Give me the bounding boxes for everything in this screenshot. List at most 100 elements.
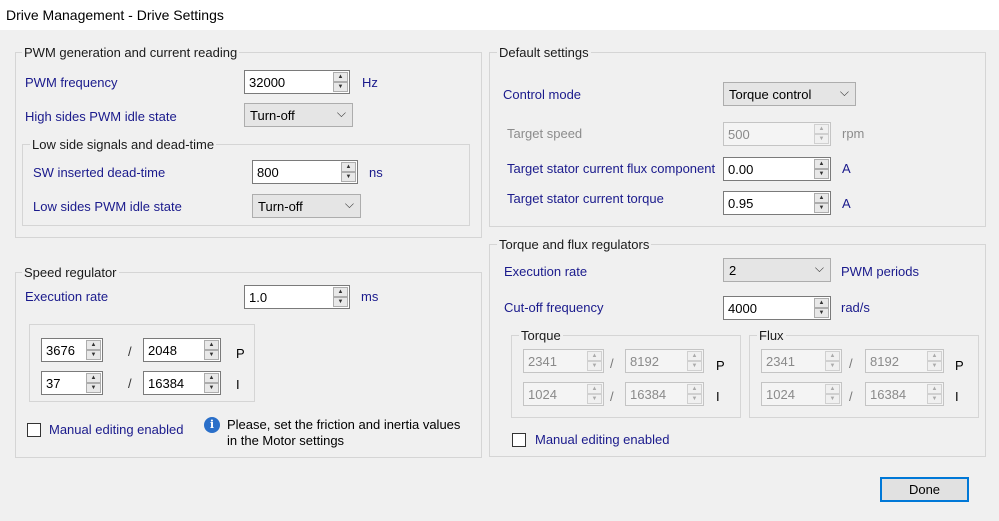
cutoff-label: Cut-off frequency [504, 300, 604, 315]
torque-i-den-stepper[interactable]: ▲▼ [625, 382, 704, 406]
spin-down-icon[interactable]: ▼ [927, 361, 942, 371]
speed-exec-unit: ms [361, 289, 379, 304]
spin-down-icon[interactable]: ▼ [814, 134, 829, 144]
pwm-group-label: PWM generation and current reading [22, 45, 240, 60]
speed-i-den-input[interactable] [144, 372, 204, 394]
torque-i-num-stepper[interactable]: ▲▼ [523, 382, 604, 406]
low-idle-select[interactable]: Turn-off ⌵ [252, 194, 361, 218]
cutoff-input[interactable] [724, 297, 814, 319]
torque-p-num-input[interactable] [524, 350, 587, 372]
flux-p-den-stepper[interactable]: ▲▼ [865, 349, 944, 373]
spin-down-icon[interactable]: ▼ [814, 203, 829, 213]
flux-i-den-stepper[interactable]: ▲▼ [865, 382, 944, 406]
spin-up-icon[interactable]: ▲ [814, 298, 829, 308]
flux-component-input[interactable] [724, 158, 814, 180]
spin-up-icon[interactable]: ▲ [825, 384, 840, 394]
deadtime-input[interactable] [253, 161, 341, 183]
spin-down-icon[interactable]: ▼ [86, 383, 101, 393]
stator-torque-input[interactable] [724, 192, 814, 214]
speed-p-num-input[interactable] [42, 339, 86, 361]
tfreg-exec-select[interactable]: 2 ⌵ [723, 258, 831, 282]
spin-down-icon[interactable]: ▼ [825, 394, 840, 404]
spin-up-icon[interactable]: ▲ [814, 124, 829, 134]
speed-exec-stepper[interactable]: ▲▼ [244, 285, 350, 309]
cutoff-unit: rad/s [841, 300, 870, 315]
spin-up-icon[interactable]: ▲ [687, 351, 702, 361]
spin-up-icon[interactable]: ▲ [204, 340, 219, 350]
flux-component-stepper[interactable]: ▲▼ [723, 157, 831, 181]
done-button[interactable]: Done [880, 477, 969, 502]
spin-down-icon[interactable]: ▼ [333, 82, 348, 92]
flux-i-den-input[interactable] [866, 383, 927, 405]
spin-up-icon[interactable]: ▲ [587, 351, 602, 361]
target-speed-stepper[interactable]: ▲▼ [723, 122, 831, 146]
spin-down-icon[interactable]: ▼ [814, 308, 829, 318]
control-mode-label: Control mode [503, 87, 582, 102]
speed-i-den-stepper[interactable]: ▲▼ [143, 371, 221, 395]
spin-down-icon[interactable]: ▼ [333, 297, 348, 307]
chevron-down-icon: ⌵ [839, 85, 849, 99]
cutoff-stepper[interactable]: ▲▼ [723, 296, 831, 320]
speed-p-slash: / [128, 344, 132, 359]
spin-down-icon[interactable]: ▼ [86, 350, 101, 360]
torque-i-num-input[interactable] [524, 383, 587, 405]
spin-up-icon[interactable]: ▲ [814, 193, 829, 203]
deadtime-stepper[interactable]: ▲▼ [252, 160, 358, 184]
speed-p-num-stepper[interactable]: ▲▼ [41, 338, 103, 362]
speed-i-slash: / [128, 376, 132, 391]
tfreg-manual-checkbox[interactable] [512, 433, 526, 447]
flux-i-label: I [955, 389, 959, 404]
pwm-frequency-input[interactable] [245, 71, 333, 93]
speed-p-label: P [236, 346, 245, 361]
spin-down-icon[interactable]: ▼ [687, 361, 702, 371]
flux-p-den-input[interactable] [866, 350, 927, 372]
speed-i-num-input[interactable] [42, 372, 86, 394]
torque-p-num-stepper[interactable]: ▲▼ [523, 349, 604, 373]
spin-up-icon[interactable]: ▲ [687, 384, 702, 394]
spin-up-icon[interactable]: ▲ [86, 340, 101, 350]
spin-up-icon[interactable]: ▲ [86, 373, 101, 383]
flux-component-unit: A [842, 161, 851, 176]
tfreg-exec-unit: PWM periods [841, 264, 920, 279]
spin-up-icon[interactable]: ▲ [333, 287, 348, 297]
spin-down-icon[interactable]: ▼ [204, 383, 219, 393]
flux-i-num-stepper[interactable]: ▲▼ [761, 382, 842, 406]
spin-down-icon[interactable]: ▼ [927, 394, 942, 404]
spin-up-icon[interactable]: ▲ [333, 72, 348, 82]
spin-up-icon[interactable]: ▲ [587, 384, 602, 394]
spin-up-icon[interactable]: ▲ [927, 384, 942, 394]
spin-up-icon[interactable]: ▲ [204, 373, 219, 383]
control-mode-select[interactable]: Torque control ⌵ [723, 82, 856, 106]
spin-up-icon[interactable]: ▲ [825, 351, 840, 361]
torque-p-den-stepper[interactable]: ▲▼ [625, 349, 704, 373]
pwm-frequency-stepper[interactable]: ▲▼ [244, 70, 350, 94]
flux-p-num-input[interactable] [762, 350, 825, 372]
tfreg-manual-label[interactable]: Manual editing enabled [535, 432, 669, 447]
target-speed-input[interactable] [724, 123, 814, 145]
stator-torque-stepper[interactable]: ▲▼ [723, 191, 831, 215]
spin-down-icon[interactable]: ▼ [814, 169, 829, 179]
spin-up-icon[interactable]: ▲ [814, 159, 829, 169]
speed-manual-checkbox[interactable] [27, 423, 41, 437]
spin-down-icon[interactable]: ▼ [687, 394, 702, 404]
flux-pi-label: Flux [757, 328, 786, 343]
high-idle-select[interactable]: Turn-off ⌵ [244, 103, 353, 127]
speed-manual-label[interactable]: Manual editing enabled [49, 422, 183, 437]
defaults-group-label: Default settings [497, 45, 591, 60]
flux-i-num-input[interactable] [762, 383, 825, 405]
spin-down-icon[interactable]: ▼ [587, 361, 602, 371]
speed-exec-input[interactable] [245, 286, 333, 308]
flux-p-num-stepper[interactable]: ▲▼ [761, 349, 842, 373]
spin-up-icon[interactable]: ▲ [927, 351, 942, 361]
spin-down-icon[interactable]: ▼ [204, 350, 219, 360]
speed-p-den-input[interactable] [144, 339, 204, 361]
spin-down-icon[interactable]: ▼ [587, 394, 602, 404]
torque-i-den-input[interactable] [626, 383, 687, 405]
speed-i-num-stepper[interactable]: ▲▼ [41, 371, 103, 395]
spin-down-icon[interactable]: ▼ [341, 172, 356, 182]
spin-up-icon[interactable]: ▲ [341, 162, 356, 172]
spin-down-icon[interactable]: ▼ [825, 361, 840, 371]
pwm-frequency-unit: Hz [362, 75, 378, 90]
speed-p-den-stepper[interactable]: ▲▼ [143, 338, 221, 362]
torque-p-den-input[interactable] [626, 350, 687, 372]
